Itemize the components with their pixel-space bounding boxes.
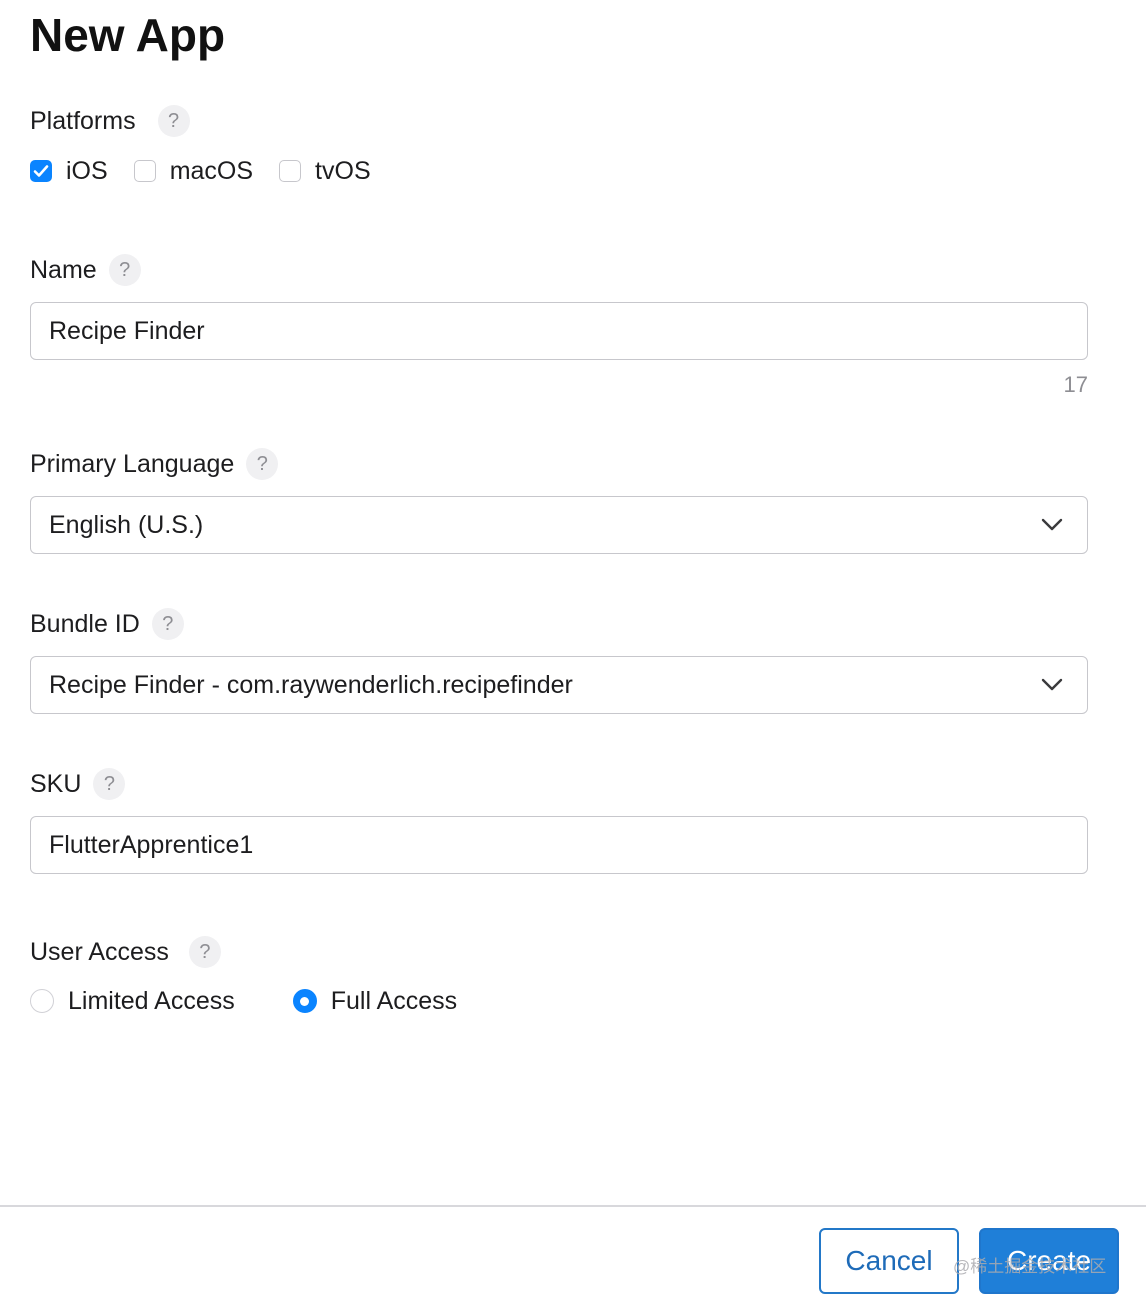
platforms-checkbox-group: iOS macOS tvOS [30, 156, 397, 186]
user-access-label: User Access [30, 937, 169, 966]
name-character-counter: 17 [1063, 372, 1088, 397]
limited-access-label: Limited Access [68, 986, 235, 1015]
user-access-radio-group: Limited Access Full Access [30, 984, 515, 1018]
bundle-id-help-icon[interactable]: ? [151, 608, 184, 640]
name-field[interactable] [30, 302, 1088, 360]
watermark: @稀土掘金技术社区 [953, 1257, 1107, 1276]
limited-access-option[interactable]: Limited Access [30, 987, 235, 1016]
platform-ios-label: iOS [66, 156, 108, 185]
full-access-label: Full Access [330, 986, 458, 1015]
name-label: Name [30, 255, 97, 284]
full-access-radio[interactable] [292, 989, 317, 1013]
platform-ios-checkbox[interactable] [30, 160, 52, 182]
bundle-id-label-row: Bundle ID ? [30, 607, 184, 641]
primary-language-label: Primary Language [30, 449, 235, 478]
platform-macos-checkbox[interactable] [133, 160, 156, 182]
platform-macos-label: macOS [169, 156, 254, 185]
name-input[interactable] [49, 316, 1069, 346]
platforms-label: Platforms [30, 106, 136, 135]
chevron-down-icon [1041, 678, 1063, 691]
bundle-id-value: Recipe Finder - com.raywenderlich.recipe… [49, 670, 573, 699]
platform-ios-option[interactable]: iOS [30, 157, 108, 186]
radio-selected-dot [300, 996, 310, 1006]
chevron-down-icon [1041, 518, 1063, 531]
sku-label-row: SKU ? [30, 767, 126, 801]
sku-help-icon[interactable]: ? [93, 768, 126, 800]
primary-language-help-icon[interactable]: ? [246, 448, 279, 480]
bundle-id-label: Bundle ID [30, 609, 140, 638]
platforms-label-row: Platforms ? [30, 104, 190, 138]
footer-divider [0, 1205, 1146, 1207]
platform-tvos-checkbox[interactable] [279, 160, 302, 182]
full-access-option[interactable]: Full Access [292, 986, 458, 1016]
limited-access-radio[interactable] [30, 989, 54, 1013]
platform-tvos-label: tvOS [315, 156, 371, 185]
platform-tvos-option[interactable]: tvOS [279, 157, 371, 186]
user-access-label-row: User Access ? [30, 935, 221, 969]
platform-macos-option[interactable]: macOS [133, 156, 254, 186]
user-access-help-icon[interactable]: ? [188, 936, 221, 968]
bundle-id-select[interactable]: Recipe Finder - com.raywenderlich.recipe… [30, 656, 1088, 714]
cancel-button[interactable]: Cancel [819, 1228, 959, 1294]
checkmark-icon [33, 165, 49, 177]
platforms-help-icon[interactable]: ? [157, 105, 190, 137]
name-help-icon[interactable]: ? [108, 254, 141, 286]
primary-language-label-row: Primary Language ? [30, 447, 279, 481]
sku-input[interactable] [49, 830, 1069, 860]
primary-language-select[interactable]: English (U.S.) [30, 496, 1088, 554]
page-title: New App [30, 9, 226, 61]
name-label-row: Name ? [30, 253, 141, 287]
sku-label: SKU [30, 769, 82, 798]
sku-field[interactable] [30, 816, 1088, 874]
primary-language-value: English (U.S.) [49, 510, 204, 539]
